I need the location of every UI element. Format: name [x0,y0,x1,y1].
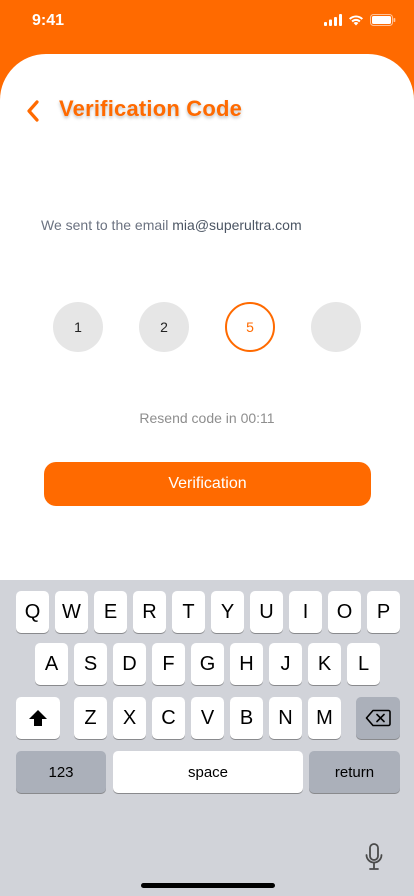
delete-key[interactable] [356,697,400,739]
return-key[interactable]: return [309,751,400,793]
resend-timer: Resend code in 00:11 [139,410,275,426]
key-k[interactable]: K [308,643,341,685]
email-address: mia@superultra.com [172,217,302,233]
code-input-1[interactable]: 1 [53,302,103,352]
key-r[interactable]: R [133,591,166,633]
home-indicator [141,883,275,888]
code-input-3[interactable]: 5 [225,302,275,352]
status-time: 9:41 [32,12,65,29]
keyboard: Q W E R T Y U I O P A S D F G H J K L Z … [0,580,414,896]
key-v[interactable]: V [191,697,224,739]
key-w[interactable]: W [55,591,88,633]
battery-icon [370,14,396,26]
key-t[interactable]: T [172,591,205,633]
key-o[interactable]: O [328,591,361,633]
key-b[interactable]: B [230,697,263,739]
code-input-4[interactable] [311,302,361,352]
wifi-icon [349,15,363,26]
status-icons [324,14,396,26]
key-g[interactable]: G [191,643,224,685]
key-a[interactable]: A [35,643,68,685]
key-p[interactable]: P [367,591,400,633]
key-i[interactable]: I [289,591,322,633]
code-input-2[interactable]: 2 [139,302,189,352]
chevron-left-icon[interactable] [20,96,46,126]
key-e[interactable]: E [94,591,127,633]
key-m[interactable]: M [308,697,341,739]
verification-button[interactable]: Verification [44,462,371,506]
key-s[interactable]: S [74,643,107,685]
key-j[interactable]: J [269,643,302,685]
shift-icon [29,710,47,726]
key-z[interactable]: Z [74,697,107,739]
microphone-icon[interactable] [364,842,384,872]
key-q[interactable]: Q [16,591,49,633]
key-x[interactable]: X [113,697,146,739]
status-bar: 9:41 [0,0,414,52]
shift-key[interactable] [16,697,60,739]
signal-icon [324,14,342,26]
backspace-icon [365,709,391,727]
space-key[interactable]: space [113,751,303,793]
key-f[interactable]: F [152,643,185,685]
key-y[interactable]: Y [211,591,244,633]
sent-message: We sent to the email mia@superultra.com [41,217,302,233]
page-title: Verification Code [59,96,243,121]
key-n[interactable]: N [269,697,302,739]
numbers-key[interactable]: 123 [16,751,106,793]
key-c[interactable]: C [152,697,185,739]
key-h[interactable]: H [230,643,263,685]
key-d[interactable]: D [113,643,146,685]
key-l[interactable]: L [347,643,380,685]
sent-prefix: We sent to the email [41,217,169,233]
key-u[interactable]: U [250,591,283,633]
